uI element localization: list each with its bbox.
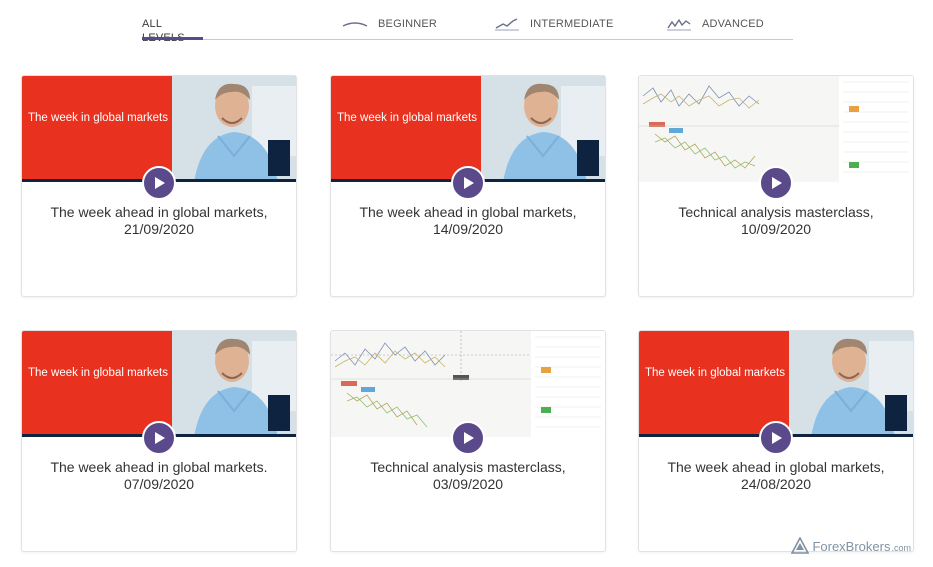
level-filter-tabs: ALL LEVELS BEGINNER INTERMEDIATE ADVANCE… — [142, 0, 793, 44]
play-icon — [464, 432, 474, 444]
play-button[interactable] — [759, 421, 793, 455]
presenter-photo — [172, 76, 296, 182]
play-icon — [155, 432, 165, 444]
video-title[interactable]: The week ahead in global markets, 24/08/… — [649, 459, 903, 493]
tab-all-levels[interactable]: ALL LEVELS — [142, 17, 203, 44]
play-button[interactable] — [759, 166, 793, 200]
video-card[interactable]: The week in global markets The week ahea… — [638, 330, 914, 552]
video-title[interactable]: The week ahead in global markets, 21/09/… — [32, 204, 286, 238]
tab-intermediate[interactable]: INTERMEDIATE — [494, 17, 613, 39]
video-title[interactable]: Technical analysis masterclass, 03/09/20… — [341, 459, 595, 493]
play-icon — [772, 177, 782, 189]
video-title[interactable]: Technical analysis masterclass, 10/09/20… — [649, 204, 903, 238]
tab-advanced[interactable]: ADVANCED — [666, 17, 764, 39]
play-icon — [772, 432, 782, 444]
tab-advanced-label: ADVANCED — [702, 18, 764, 30]
presenter-photo — [789, 331, 913, 437]
tab-beginner-label: BEGINNER — [378, 18, 438, 30]
presenter-photo — [172, 331, 296, 437]
play-button[interactable] — [451, 166, 485, 200]
thumbnail-title: The week in global markets — [337, 112, 477, 124]
play-button[interactable] — [142, 166, 176, 200]
forexbrokers-logo-icon — [791, 537, 810, 554]
video-card[interactable]: Technical analysis masterclass, 03/09/20… — [330, 330, 606, 552]
beginner-curve-icon — [342, 22, 368, 27]
intermediate-chart-icon — [495, 18, 519, 31]
presenter-photo — [481, 76, 605, 182]
advanced-chart-icon — [667, 18, 691, 31]
video-card[interactable]: The week in global markets The week ahea… — [21, 330, 297, 552]
play-icon — [464, 177, 474, 189]
forexbrokers-watermark: ForexBrokers .com — [791, 537, 911, 555]
tab-intermediate-label: INTERMEDIATE — [530, 18, 614, 30]
thumbnail-title: The week in global markets — [28, 112, 168, 124]
video-card[interactable]: Technical analysis masterclass, 10/09/20… — [638, 75, 914, 297]
watermark-suffix: .com — [891, 543, 911, 553]
video-title[interactable]: The week ahead in global markets, 14/09/… — [341, 204, 595, 238]
video-card[interactable]: The week in global markets The week ahea… — [21, 75, 297, 297]
thumbnail-title: The week in global markets — [645, 367, 785, 379]
thumbnail-title: The week in global markets — [28, 367, 168, 379]
video-card[interactable]: The week in global markets The week ahea… — [330, 75, 606, 297]
tab-beginner[interactable]: BEGINNER — [342, 17, 437, 39]
play-icon — [155, 177, 165, 189]
tab-all-levels-label: ALL LEVELS — [142, 18, 185, 44]
watermark-brand: ForexBrokers — [812, 538, 891, 554]
play-button[interactable] — [451, 421, 485, 455]
play-button[interactable] — [142, 421, 176, 455]
video-title[interactable]: The week ahead in global markets. 07/09/… — [32, 459, 286, 493]
